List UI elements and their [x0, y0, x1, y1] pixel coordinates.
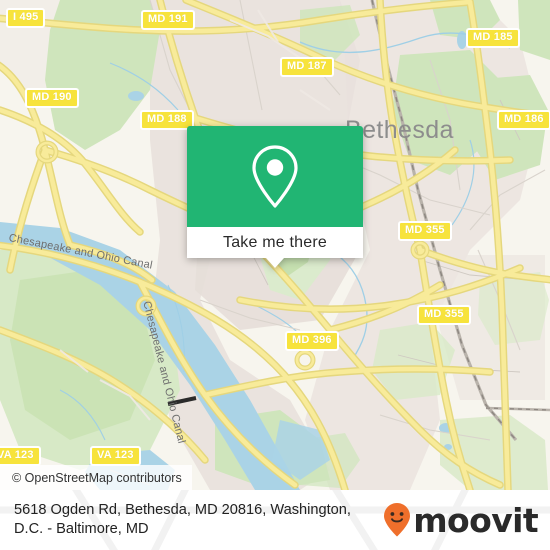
moovit-logo[interactable]: moovit [382, 500, 539, 540]
shield-i-495[interactable]: I 495 [6, 8, 46, 28]
address-text: 5618 Ogden Rd, Bethesda, MD 20816, Washi… [14, 502, 351, 537]
shield-va-123-edge[interactable]: VA 123 [0, 446, 41, 466]
moovit-wordmark: moovit [413, 500, 538, 540]
map-attribution[interactable]: © OpenStreetMap contributors [0, 465, 192, 490]
shield-md-186[interactable]: MD 186 [497, 110, 550, 130]
footer-bar: 5618 Ogden Rd, Bethesda, MD 20816, Washi… [0, 490, 550, 550]
map-screenshot: Chesapeake and Ohio Canal Chesapeake and… [0, 0, 550, 550]
location-pin-icon [252, 144, 298, 208]
popup-header [187, 126, 363, 227]
map-canvas[interactable]: Chesapeake and Ohio Canal Chesapeake and… [0, 0, 550, 490]
shield-md-190[interactable]: MD 190 [25, 88, 79, 108]
shield-md-185[interactable]: MD 185 [466, 28, 520, 48]
shield-md-396[interactable]: MD 396 [285, 331, 339, 351]
shield-md-191[interactable]: MD 191 [141, 10, 195, 30]
take-me-there-label: Take me there [223, 233, 327, 251]
shield-md-187[interactable]: MD 187 [280, 57, 334, 77]
shield-va-123[interactable]: VA 123 [90, 446, 141, 466]
attribution-text: © OpenStreetMap contributors [12, 470, 182, 485]
shield-md-355-north[interactable]: MD 355 [398, 221, 452, 241]
moovit-pin-icon [384, 503, 411, 537]
destination-popup[interactable]: Take me there [187, 126, 363, 268]
shield-md-355-south[interactable]: MD 355 [417, 305, 471, 325]
take-me-there-button[interactable]: Take me there [187, 227, 363, 268]
shield-md-188[interactable]: MD 188 [140, 110, 194, 130]
popup-tail [266, 258, 284, 268]
